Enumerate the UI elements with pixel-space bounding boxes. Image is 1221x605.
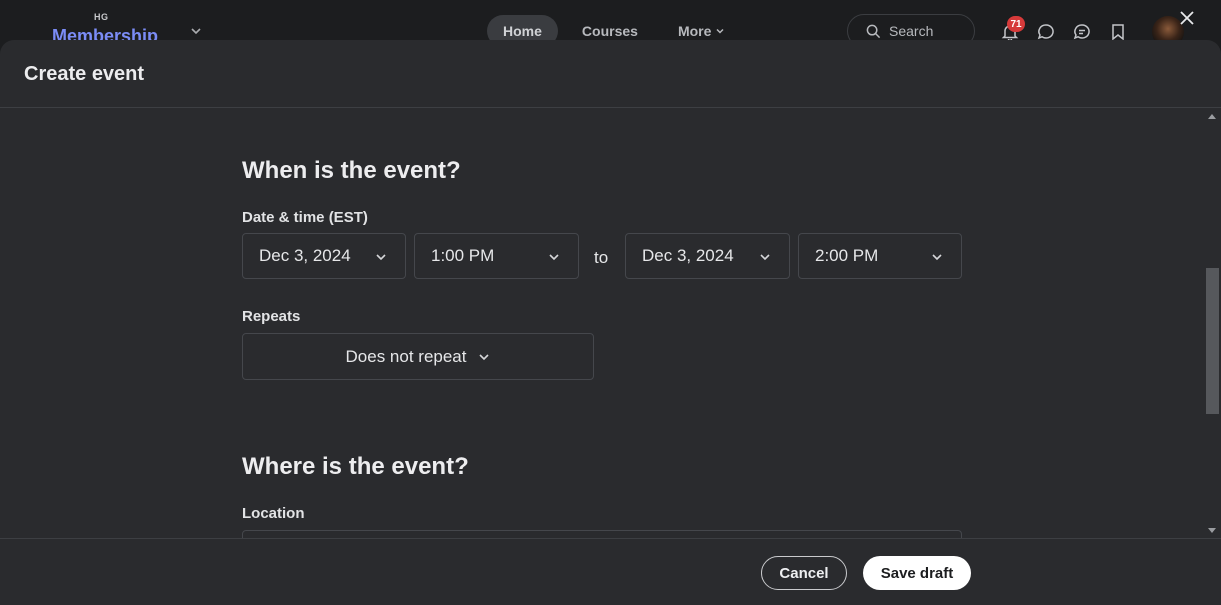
chevron-down-icon (479, 353, 490, 360)
chat-bubble-icon[interactable] (1036, 22, 1056, 42)
create-event-modal: Create event When is the event? Date & t… (0, 40, 1221, 605)
location-input[interactable] (242, 530, 962, 538)
cancel-button[interactable]: Cancel (761, 556, 847, 590)
chevron-down-icon (549, 254, 559, 261)
when-heading: When is the event? (242, 157, 461, 184)
datetime-label: Date & time (EST) (242, 209, 368, 226)
chevron-down-icon (932, 254, 942, 261)
notification-badge: 71 (1007, 16, 1025, 32)
chevron-down-icon (376, 254, 386, 261)
messages-icon[interactable] (1072, 22, 1092, 42)
modal-title: Create event (24, 63, 145, 85)
chevron-down-icon (760, 254, 770, 261)
search-placeholder: Search (889, 23, 934, 39)
start-date-value: Dec 3, 2024 (259, 246, 351, 265)
save-draft-button[interactable]: Save draft (863, 556, 971, 590)
end-time-value: 2:00 PM (815, 246, 879, 265)
modal-body: When is the event? Date & time (EST) Dec… (0, 109, 1204, 538)
modal-header: Create event (0, 40, 1221, 108)
location-label: Location (242, 505, 305, 522)
close-icon[interactable] (1178, 9, 1196, 27)
modal-scrollbar[interactable] (1204, 109, 1221, 538)
scroll-up-arrow[interactable] (1208, 114, 1216, 119)
top-navigation-bar: HG Membership Home Courses More Search 7… (0, 0, 1221, 48)
chevron-down-icon[interactable] (190, 25, 202, 37)
end-date-value: Dec 3, 2024 (642, 246, 734, 265)
nav-courses-label: Courses (581, 23, 638, 39)
scroll-thumb[interactable] (1206, 268, 1219, 414)
repeats-label: Repeats (242, 308, 301, 325)
scroll-down-arrow[interactable] (1208, 528, 1216, 533)
repeats-select[interactable]: Does not repeat (242, 333, 594, 380)
end-date-select[interactable]: Dec 3, 2024 (625, 233, 790, 279)
brand-logo[interactable]: HG Membership (52, 10, 172, 42)
bookmark-icon[interactable] (1108, 22, 1128, 42)
repeats-value: Does not repeat (345, 346, 467, 366)
to-label: to (594, 248, 609, 267)
nav-home-label: Home (503, 23, 542, 39)
start-time-select[interactable]: 1:00 PM (414, 233, 579, 279)
where-heading: Where is the event? (242, 453, 469, 480)
end-time-select[interactable]: 2:00 PM (798, 233, 962, 279)
nav-more-label: More (677, 23, 712, 39)
chevron-down-icon (716, 28, 724, 34)
start-time-value: 1:00 PM (431, 246, 495, 265)
search-icon (866, 24, 881, 38)
logo-small-text: HG (94, 12, 109, 22)
modal-footer: Cancel Save draft (0, 538, 1221, 605)
start-date-select[interactable]: Dec 3, 2024 (242, 233, 406, 279)
